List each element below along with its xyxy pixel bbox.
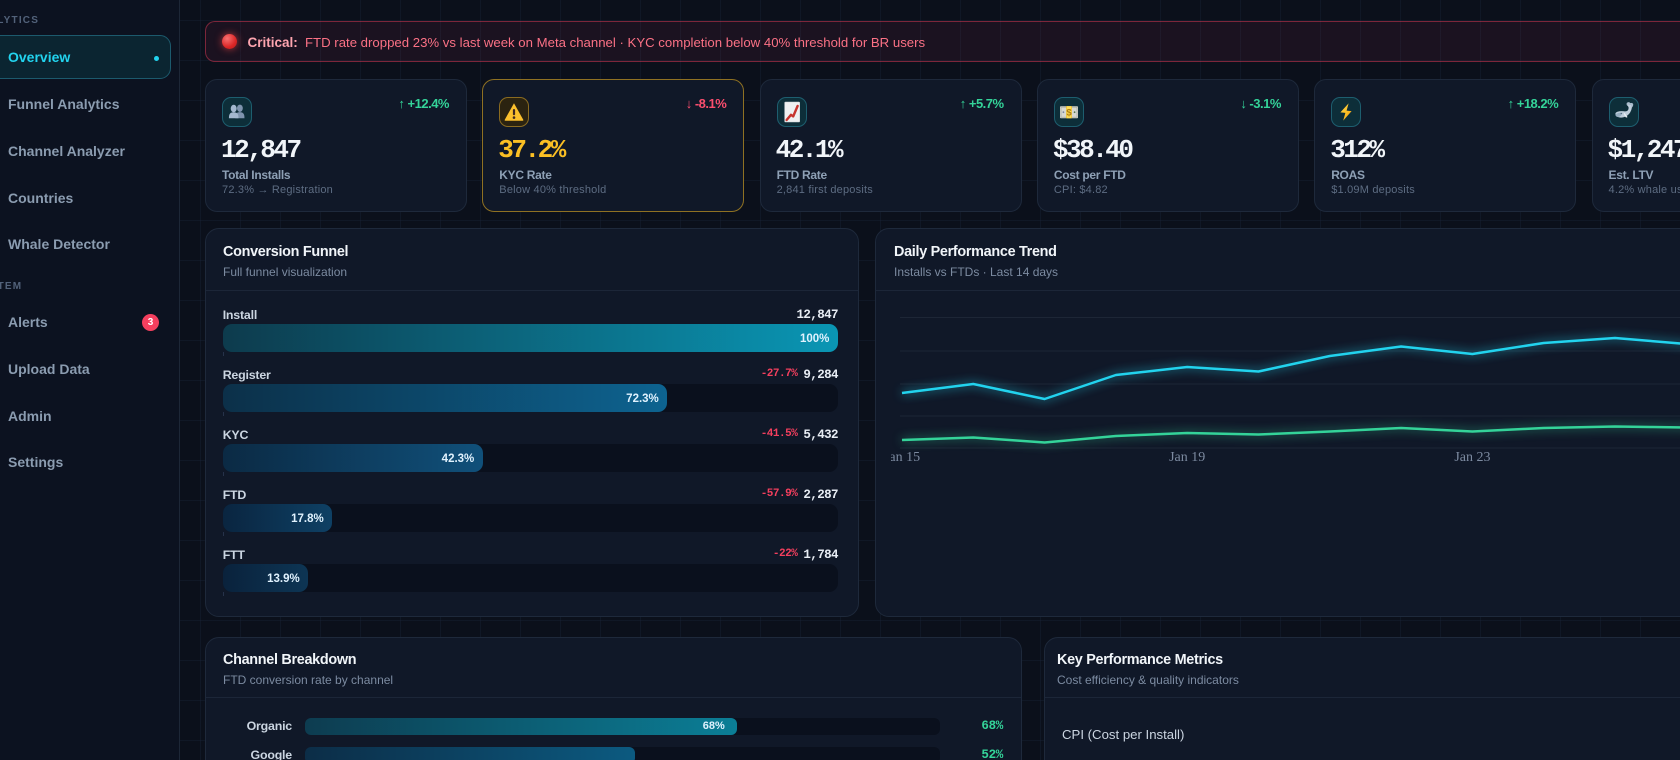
svg-text:Jan 19: Jan 19: [1169, 450, 1205, 465]
svg-text:Jan 15: Jan 15: [891, 450, 920, 465]
svg-text:$: $: [1066, 107, 1072, 118]
svg-text:Jan 23: Jan 23: [1454, 450, 1490, 465]
